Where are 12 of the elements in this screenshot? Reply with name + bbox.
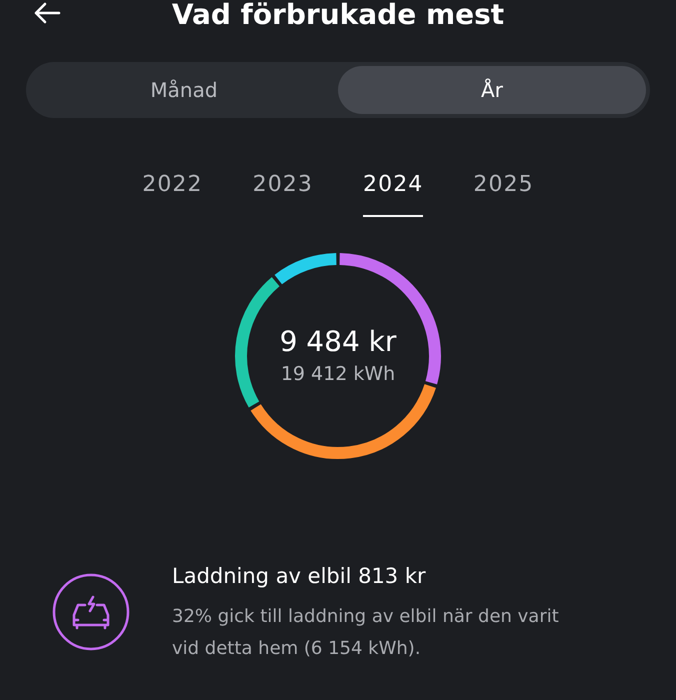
year-tab[interactable]: 2025 xyxy=(473,168,534,217)
page-title: Vad förbrukade mest xyxy=(172,0,504,30)
year-tab[interactable]: 2024 xyxy=(363,168,424,217)
period-tab[interactable]: År xyxy=(338,66,646,114)
period-tab[interactable]: Månad xyxy=(30,66,338,114)
year-tab[interactable]: 2023 xyxy=(252,168,313,217)
total-cost: 9 484 kr xyxy=(280,324,396,360)
total-energy: 19 412 kWh xyxy=(280,362,396,387)
category-description: 32% gick till laddning av elbil när den varit vid detta hem (6 154 kWh). xyxy=(172,605,560,661)
category-title: Laddning av elbil 813 kr xyxy=(172,563,427,590)
back-arrow-icon[interactable] xyxy=(33,2,61,24)
year-tab[interactable]: 2022 xyxy=(142,168,203,217)
